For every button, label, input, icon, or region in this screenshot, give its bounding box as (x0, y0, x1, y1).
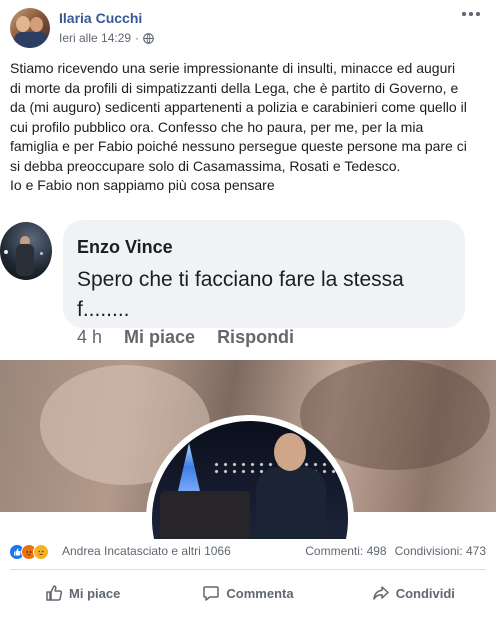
more-options-icon[interactable] (462, 10, 480, 18)
screenshot-comment: Enzo Vince Spero che ti facciano fare la… (0, 205, 496, 360)
sad-icon (33, 544, 49, 560)
post-text-line: si debba preoccupare solo di Casamassima… (10, 157, 401, 174)
share-icon (372, 586, 389, 600)
comment-text-line: f........ (77, 298, 130, 321)
crowd (160, 491, 250, 539)
shares-count[interactable]: Condivisioni: 473 (395, 544, 486, 558)
thumbs-up-icon (46, 585, 63, 601)
comments-count[interactable]: Commenti: 498 (305, 544, 386, 558)
comment-like-label: Mi piace (124, 327, 196, 347)
commenter-avatar (0, 222, 52, 280)
post-text-line: di morte da profili di simpatizzanti del… (10, 79, 459, 96)
post-stats: Andrea Incatasciato e altri 1066 Comment… (0, 539, 496, 563)
shared-image[interactable]: Enzo Vince Spero che ti facciano fare la… (0, 205, 496, 539)
post-timestamp[interactable]: Ieri alle 14:29 (59, 31, 131, 45)
post-text-line: Io e Fabio non sappiamo più cosa pensare (10, 177, 275, 193)
post-action-bar: Mi piace Commenta Condividi (0, 576, 496, 610)
like-button[interactable]: Mi piace (0, 576, 165, 610)
comment-time: 4 h (77, 327, 103, 347)
comment-icon (203, 586, 220, 601)
post-text-line: da (mi auguro) sedicenti appartenenti a … (10, 99, 467, 115)
post-text-line: famiglia e per Fabio poiché nessuno pers… (10, 138, 467, 154)
comment-bubble: Enzo Vince Spero che ti facciano fare la… (63, 220, 465, 328)
post-meta: Ieri alle 14:29 · (59, 31, 154, 45)
avatar-shirt (14, 32, 48, 48)
comment-reply-label: Rispondi (217, 327, 295, 347)
post-text-line: cui profilo pubblico ora. Confesso che h… (10, 118, 424, 135)
engagement-counts: Commenti: 498 Condivisioni: 473 (305, 544, 486, 558)
share-button[interactable]: Condividi (331, 576, 496, 610)
man-head (274, 433, 306, 471)
avatar-face (30, 17, 43, 32)
comment-label: Commenta (226, 585, 294, 601)
divider (10, 569, 486, 570)
reaction-icons[interactable] (9, 544, 61, 560)
author-avatar[interactable] (10, 8, 50, 48)
comment-text: Spero che ti facciano fare la stessa f..… (77, 265, 457, 325)
author-name[interactable]: Ilaria Cucchi (59, 10, 142, 26)
christmas-tree (178, 443, 200, 491)
commenter-name: Enzo Vince (77, 237, 173, 257)
comment-actions: 4 h Mi piace Rispondi (77, 327, 294, 348)
share-label: Condividi (395, 585, 455, 601)
post-body: Stiamo ricevendo una serie impressionant… (10, 59, 490, 196)
post-text-line: Stiamo ricevendo una serie impressionant… (10, 60, 456, 76)
comment-button[interactable]: Commenta (165, 576, 330, 610)
reactors-summary[interactable]: Andrea Incatasciato e altri 1066 (62, 544, 231, 558)
post-header: Ilaria Cucchi Ieri alle 14:29 · (0, 0, 496, 52)
comment-text-line: Spero che ti facciano fare la stessa (77, 268, 404, 291)
profile-cover-photo (0, 360, 496, 539)
like-label: Mi piace (69, 585, 121, 601)
globe-icon[interactable] (143, 32, 154, 44)
man-jacket (256, 467, 326, 539)
avatar-face (16, 16, 30, 32)
